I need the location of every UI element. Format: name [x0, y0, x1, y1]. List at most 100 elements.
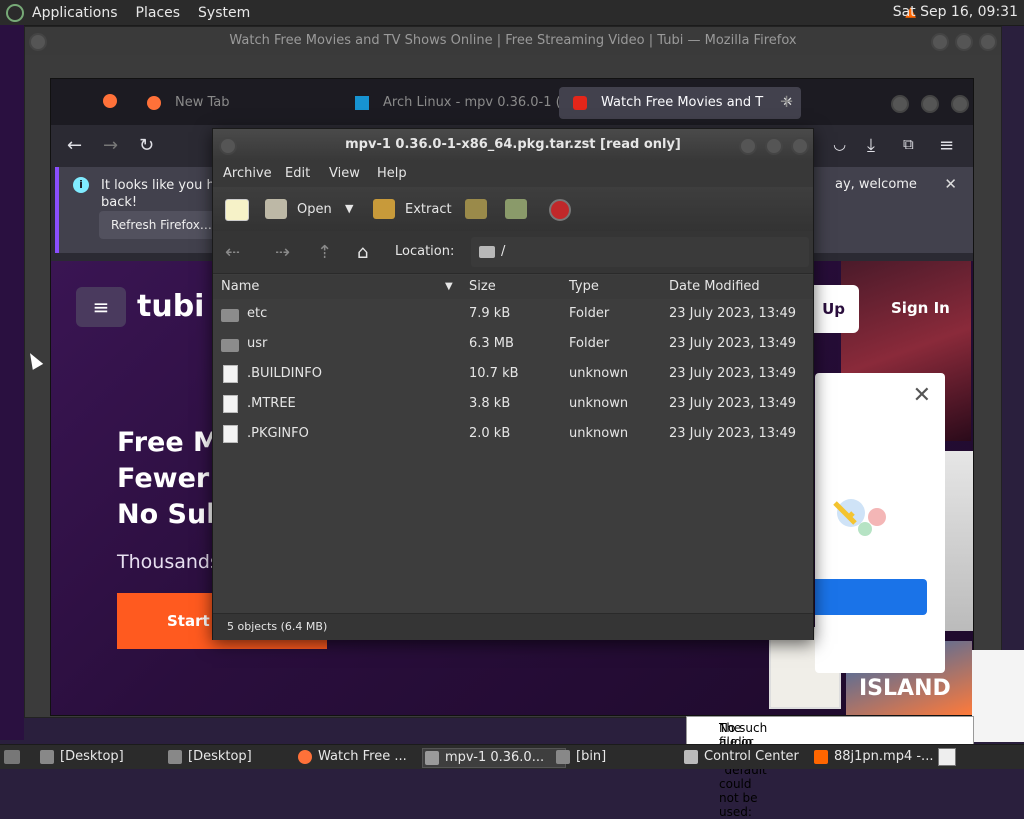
location-label: Location:	[395, 244, 455, 259]
file-row-mtree[interactable]: .MTREE 3.8 kB unknown 23 July 2023, 13:4…	[213, 389, 813, 419]
maximize-button[interactable]	[955, 33, 973, 51]
file-list: etc 7.9 kB Folder 23 July 2023, 13:49 us…	[213, 299, 813, 609]
workspace-switcher[interactable]	[938, 748, 956, 766]
new-tab-icon[interactable]: +	[779, 91, 794, 112]
menu-bar: Archive Edit View Help	[213, 161, 813, 187]
open-dropdown-icon[interactable]: ▼	[345, 202, 353, 215]
minimize-button[interactable]	[891, 95, 909, 113]
system-menu[interactable]: System	[198, 5, 250, 21]
places-menu[interactable]: Places	[136, 5, 181, 21]
folder-icon	[221, 309, 239, 322]
archive-manager-window: mpv-1 0.36.0-1-x86_64.pkg.tar.zst [read …	[212, 128, 814, 640]
close-button[interactable]	[951, 95, 969, 113]
pocket-icon[interactable]: ◡	[833, 135, 846, 153]
archive-icon	[425, 751, 439, 765]
minimize-button[interactable]	[739, 137, 757, 155]
column-type[interactable]: Type	[569, 279, 599, 294]
refresh-firefox-button[interactable]: Refresh Firefox…	[99, 211, 224, 239]
extensions-icon[interactable]: ⧉	[903, 135, 914, 153]
open-icon[interactable]	[265, 199, 287, 219]
column-date-modified[interactable]: Date Modified	[669, 279, 760, 294]
open-button[interactable]: Open	[297, 202, 332, 217]
status-bar: 5 objects (6.4 MB)	[213, 613, 813, 640]
maximize-button[interactable]	[765, 137, 783, 155]
sort-descending-icon[interactable]: ▼	[445, 281, 453, 292]
taskbar-item-firefox[interactable]: Watch Free ...	[296, 748, 407, 766]
downloads-icon[interactable]: ⤓	[867, 135, 875, 156]
menu-edit[interactable]: Edit	[285, 166, 310, 181]
forward-icon[interactable]: →	[103, 135, 118, 156]
extract-icon[interactable]	[373, 199, 395, 219]
taskbar-item-desktop-2[interactable]: [Desktop]	[166, 748, 252, 766]
up-icon[interactable]: ⇡	[317, 242, 332, 263]
add-folder-icon[interactable]	[505, 199, 527, 219]
close-icon[interactable]: ✕	[944, 175, 957, 193]
file-row-buildinfo[interactable]: .BUILDINFO 10.7 kB unknown 23 July 2023,…	[213, 359, 813, 389]
window-title: mpv-1 0.36.0-1-x86_64.pkg.tar.zst [read …	[345, 137, 681, 152]
info-icon: i	[73, 177, 89, 193]
firefox-menu-icon[interactable]	[103, 94, 117, 108]
system-logo-icon[interactable]	[6, 3, 24, 22]
stop-icon[interactable]	[549, 199, 571, 221]
file-row-pkginfo[interactable]: .PKGINFO 2.0 kB unknown 23 July 2023, 13…	[213, 419, 813, 449]
close-icon[interactable]: ✕	[913, 383, 931, 408]
folder-icon	[221, 339, 239, 352]
applications-menu[interactable]: Applications	[32, 5, 118, 21]
window-menu-button[interactable]	[29, 33, 47, 51]
clock[interactable]: Sat Sep 16, 09:31	[893, 4, 1018, 20]
file-row-etc[interactable]: etc 7.9 kB Folder 23 July 2023, 13:49	[213, 299, 813, 329]
tubi-favicon-icon	[573, 96, 587, 110]
menu-help[interactable]: Help	[377, 166, 407, 181]
taskbar-item-bin[interactable]: [bin]	[554, 748, 606, 766]
home-icon[interactable]: ⌂	[357, 242, 368, 263]
continue-button[interactable]	[815, 579, 927, 615]
arch-icon	[355, 96, 369, 110]
title-bar: mpv-1 0.36.0-1-x86_64.pkg.tar.zst [read …	[213, 129, 813, 161]
toolbar: Open ▼ Extract	[213, 187, 813, 232]
forward-icon[interactable]: ⇢	[275, 242, 290, 263]
new-archive-icon[interactable]	[225, 199, 249, 221]
show-desktop-icon[interactable]	[4, 750, 20, 764]
notification-message-tail: ay, welcome	[835, 177, 917, 192]
tubi-logo[interactable]: tubi	[137, 289, 204, 324]
location-path: /	[501, 244, 506, 259]
taskbar-item-archive[interactable]: mpv-1 0.36.0...	[422, 748, 566, 768]
tab-bar: New Tab Arch Linux - mpv 0.36.0-1 (x86_6…	[51, 79, 973, 125]
hero-subhead: Thousands	[117, 551, 220, 573]
file-icon	[223, 365, 238, 383]
signin-link[interactable]: Sign In	[891, 299, 950, 317]
location-path-field[interactable]: /	[471, 237, 809, 267]
column-name[interactable]: Name	[221, 279, 259, 294]
maximize-button[interactable]	[921, 95, 939, 113]
menu-view[interactable]: View	[329, 166, 360, 181]
folder-icon	[40, 750, 54, 764]
taskbar-item-vlc[interactable]: 88j1pn.mp4 -...	[812, 748, 933, 766]
file-row-usr[interactable]: usr 6.3 MB Folder 23 July 2023, 13:49	[213, 329, 813, 359]
tab-new-tab[interactable]: New Tab	[133, 87, 375, 119]
hamburger-menu-icon[interactable]: ≡	[76, 287, 126, 327]
minimize-button[interactable]	[931, 33, 949, 51]
menu-archive[interactable]: Archive	[223, 166, 272, 181]
close-button[interactable]	[979, 33, 997, 51]
column-size[interactable]: Size	[469, 279, 496, 294]
extract-button[interactable]: Extract	[405, 202, 452, 217]
taskbar: [Desktop] [Desktop] Watch Free ... mpv-1…	[0, 744, 1024, 769]
file-icon	[223, 425, 238, 443]
taskbar-item-control-center[interactable]: Control Center	[682, 748, 799, 766]
add-files-icon[interactable]	[465, 199, 487, 219]
tab-label: Arch Linux - mpv 0.36.0-1 (x86_64)	[383, 95, 583, 110]
tab-tubi[interactable]: Watch Free Movies and T ✕	[559, 87, 801, 119]
column-headers: Name ▼ Size Type Date Modified	[213, 275, 813, 300]
signin-modal: ✕	[815, 373, 945, 673]
back-icon[interactable]: ⇠	[225, 242, 240, 263]
top-panel: Applications Places System ▲ Sat Sep 16,…	[0, 0, 1024, 26]
back-icon[interactable]: ←	[67, 135, 82, 156]
reload-icon[interactable]: ↻	[139, 135, 154, 156]
tab-label: Watch Free Movies and T	[601, 95, 764, 110]
app-menu-icon[interactable]: ≡	[939, 135, 954, 156]
taskbar-item-desktop-1[interactable]: [Desktop]	[38, 748, 124, 766]
window-title: Watch Free Movies and TV Shows Online | …	[25, 27, 1001, 55]
tab-arch-linux[interactable]: Arch Linux - mpv 0.36.0-1 (x86_64)	[341, 87, 583, 119]
close-button[interactable]	[791, 137, 809, 155]
folder-icon	[168, 750, 182, 764]
